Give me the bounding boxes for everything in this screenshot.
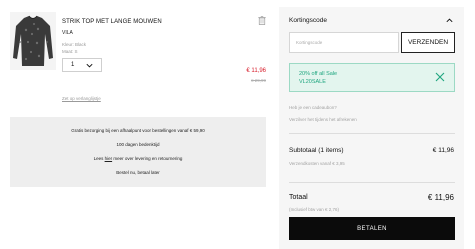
product-size: Maat: S — [62, 49, 78, 54]
chevron-down-icon — [86, 63, 93, 68]
product-image[interactable] — [10, 12, 56, 70]
discount-code-input[interactable] — [289, 32, 399, 53]
cart-item: STRIK TOP MET LANGE MOUWEN VILA Kleur: B… — [10, 8, 266, 116]
total-value: € 11,96 — [427, 193, 454, 202]
delivery-info-text: Lees hier meer over levering en retourne… — [10, 156, 266, 161]
subtotal-value: € 11,96 — [432, 147, 454, 154]
quantity-value: 1 — [71, 62, 75, 68]
gift-card-question: Heb je een cadeaubon? — [289, 105, 337, 110]
close-icon[interactable] — [434, 71, 446, 83]
gift-card-note: Verzilver het tijdens het afrekenen — [289, 117, 357, 122]
order-summary: Kortingscode VERZENDEN 20% off all Sale … — [279, 7, 464, 249]
chevron-up-icon[interactable] — [445, 16, 454, 25]
submit-code-button[interactable]: VERZENDEN — [401, 32, 455, 53]
pay-later-text: Bestel nu, betaal later — [116, 170, 160, 175]
cart-section: STRIK TOP MET LANGE MOUWEN VILA Kleur: B… — [10, 8, 266, 116]
pay-button[interactable]: BETALEN — [289, 217, 455, 240]
vat-note: (Inclusief btw van € 2,76) — [289, 207, 340, 212]
delivery-info-suffix: meer over levering en retournering — [112, 156, 183, 161]
applied-discount-code: VL20SALE — [299, 79, 326, 85]
divider — [289, 182, 455, 183]
returns-text: 100 dagen bedenktijd — [116, 142, 160, 147]
knit-top-icon — [13, 15, 53, 66]
subtotal-label: Subtotaal (1 items) — [289, 147, 344, 154]
price-original: € 29,99 — [250, 78, 266, 83]
delivery-info-link[interactable]: hier — [105, 156, 113, 161]
product-brand: VILA — [62, 30, 73, 36]
info-box: Gratis bezorging bij een afhaalpunt voor… — [10, 117, 266, 187]
price-sale: € 11,96 — [246, 68, 266, 74]
product-color: Kleur: Black — [62, 42, 87, 47]
applied-discount-title: 20% off all Sale — [299, 71, 338, 77]
quantity-select[interactable]: 1 — [62, 58, 102, 72]
trash-icon[interactable] — [258, 16, 266, 25]
applied-discount: 20% off all Sale VL20SALE — [289, 63, 455, 92]
shipping-costs-note: Verzendkosten vanaf € 3,95 — [289, 161, 345, 166]
product-name[interactable]: STRIK TOP MET LANGE MOUWEN — [62, 19, 162, 25]
discount-code-title[interactable]: Kortingscode — [289, 17, 327, 24]
delivery-info-prefix: Lees — [93, 156, 105, 161]
free-shipping-text: Gratis bezorging bij een afhaalpunt voor… — [71, 128, 205, 133]
total-label: Totaal — [289, 194, 308, 201]
divider — [289, 133, 455, 134]
wishlist-link[interactable]: Zet op verlanglijstje — [62, 96, 101, 101]
